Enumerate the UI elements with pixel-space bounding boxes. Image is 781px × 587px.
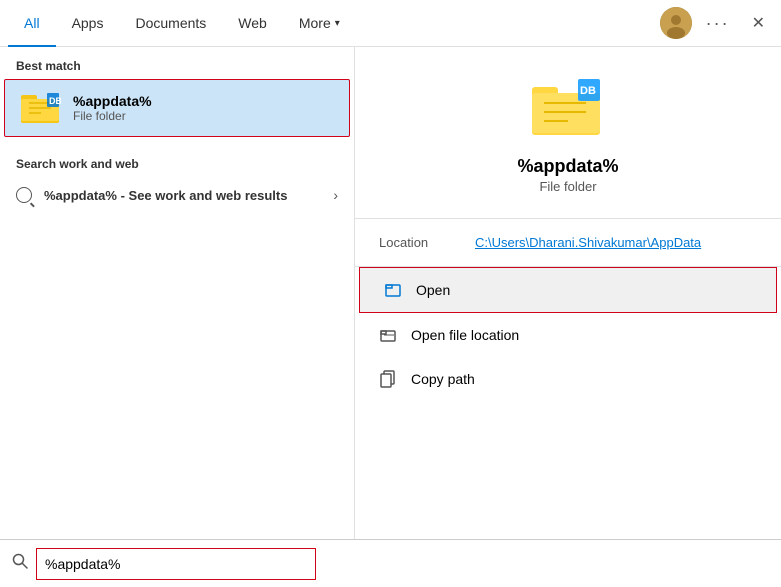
location-label: Location — [379, 235, 459, 250]
open-file-location-action[interactable]: Open file location — [355, 313, 781, 357]
nav-right: ··· ✕ — [660, 7, 773, 39]
right-panel: DB %appdata% File folder Location C:\Use… — [355, 47, 781, 539]
location-row: Location C:\Users\Dharani.Shivakumar\App… — [379, 235, 757, 250]
detail-folder-icon: DB — [532, 79, 604, 144]
open-action[interactable]: Open — [359, 267, 777, 313]
item-name: %appdata% — [73, 93, 152, 109]
svg-text:DB: DB — [49, 96, 61, 106]
item-type: File folder — [73, 109, 152, 123]
svg-text:DB: DB — [580, 85, 596, 97]
copy-path-action[interactable]: Copy path — [355, 357, 781, 401]
tab-apps[interactable]: Apps — [56, 0, 120, 47]
best-match-text: %appdata% File folder — [73, 93, 152, 123]
tab-all-label: All — [24, 15, 40, 31]
web-search-item[interactable]: %appdata% - See work and web results › — [0, 177, 354, 213]
web-suffix: - See work and web results — [117, 188, 288, 203]
tab-more[interactable]: More ▾ — [283, 0, 356, 47]
tab-apps-label: Apps — [72, 15, 104, 31]
location-path[interactable]: C:\Users\Dharani.Shivakumar\AppData — [475, 235, 701, 250]
left-panel: Best match DB %appdata% File f — [0, 47, 355, 539]
top-nav: All Apps Documents Web More ▾ ··· ✕ — [0, 0, 781, 47]
tab-documents-label: Documents — [135, 15, 206, 31]
avatar[interactable] — [660, 7, 692, 39]
open-icon — [384, 280, 404, 300]
tab-more-label: More — [299, 15, 331, 31]
copy-path-label: Copy path — [411, 371, 475, 387]
actions-list: Open Open file location — [355, 267, 781, 401]
detail-header: DB %appdata% File folder — [355, 47, 781, 219]
tab-documents[interactable]: Documents — [119, 0, 222, 47]
more-options-button[interactable]: ··· — [700, 9, 736, 38]
open-file-location-icon — [379, 325, 399, 345]
open-label: Open — [416, 282, 450, 298]
web-section-label: Search work and web — [0, 145, 354, 177]
tab-web-label: Web — [238, 15, 267, 31]
web-query: %appdata% — [44, 188, 117, 203]
detail-name: %appdata% — [517, 156, 618, 177]
tab-web[interactable]: Web — [222, 0, 283, 47]
search-input[interactable] — [36, 548, 316, 580]
folder-icon: DB — [21, 88, 61, 128]
main-content: Best match DB %appdata% File f — [0, 47, 781, 539]
best-match-label: Best match — [0, 47, 354, 79]
best-match-item[interactable]: DB %appdata% File folder — [4, 79, 350, 137]
detail-info: Location C:\Users\Dharani.Shivakumar\App… — [355, 219, 781, 267]
web-search-text: %appdata% - See work and web results — [44, 188, 287, 203]
arrow-right-icon[interactable]: › — [333, 187, 338, 203]
open-file-location-label: Open file location — [411, 327, 519, 343]
tab-all[interactable]: All — [8, 0, 56, 47]
chevron-down-icon: ▾ — [335, 18, 340, 29]
bottom-bar — [0, 539, 781, 587]
copy-path-icon — [379, 369, 399, 389]
bottom-search-icon — [12, 553, 28, 574]
close-button[interactable]: ✕ — [744, 9, 773, 37]
detail-type: File folder — [539, 179, 596, 194]
search-icon — [16, 187, 32, 203]
